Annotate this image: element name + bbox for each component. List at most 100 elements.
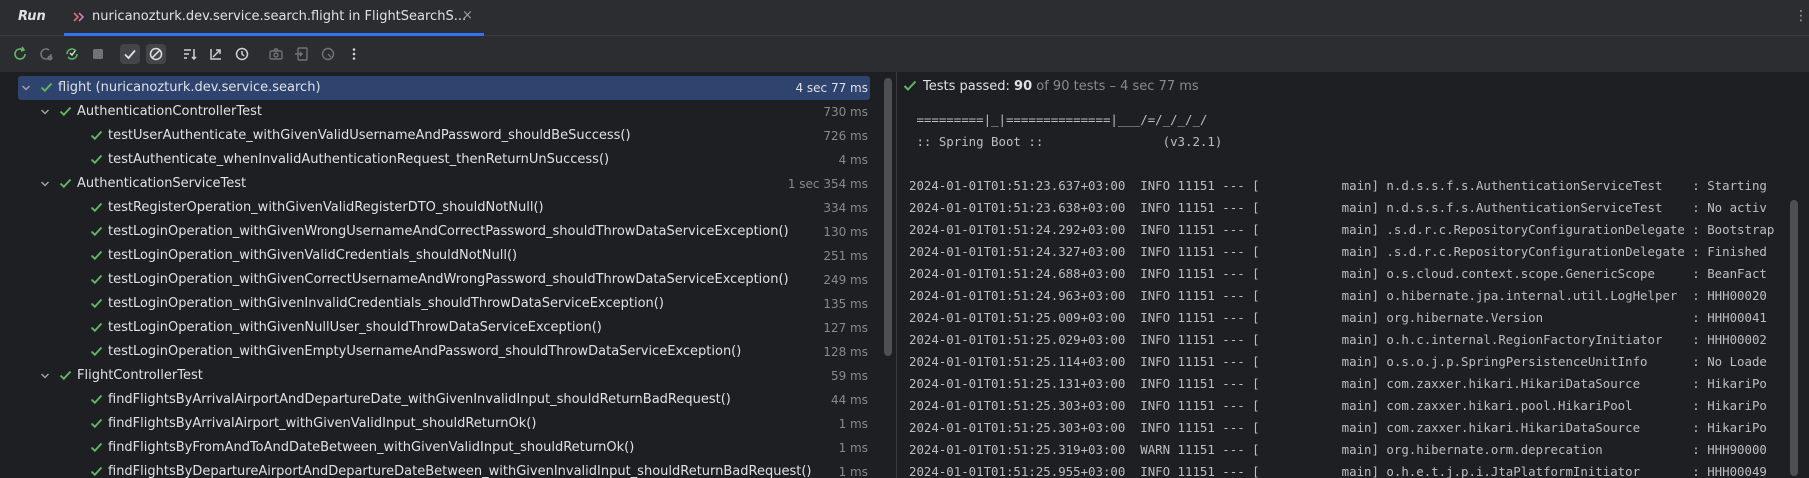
- passed-check-icon: [90, 226, 103, 241]
- close-tab-icon[interactable]: ×: [462, 8, 473, 23]
- show-passed-icon[interactable]: [120, 44, 140, 64]
- toggle-auto-test-icon[interactable]: [62, 44, 82, 64]
- console-line: 2024-01-01T01:51:25.303+03:00 INFO 11151…: [909, 398, 1767, 413]
- rerun-icon[interactable]: [10, 44, 30, 64]
- test-name: findFlightsByArrivalAirport_withGivenVal…: [108, 416, 537, 431]
- test-duration: 127 ms: [823, 321, 868, 335]
- test-duration: 1 ms: [838, 441, 868, 455]
- test-method-row[interactable]: testLoginOperation_withGivenWrongUsernam…: [18, 220, 870, 244]
- console-line: 2024-01-01T01:51:23.638+03:00 INFO 11151…: [909, 200, 1767, 215]
- test-class-row[interactable]: FlightControllerTest 59 ms: [18, 364, 870, 388]
- test-duration: 726 ms: [823, 129, 868, 143]
- test-name: FlightControllerTest: [77, 368, 203, 383]
- test-name: AuthenticationServiceTest: [77, 176, 247, 191]
- console-log[interactable]: =========|_|==============|___/=/_/_/_/ …: [909, 109, 1809, 478]
- test-name: testAuthenticate_whenInvalidAuthenticati…: [108, 152, 610, 167]
- more-icon[interactable]: [344, 44, 364, 64]
- test-method-row[interactable]: testUserAuthenticate_withGivenValidUsern…: [18, 124, 870, 148]
- console-line: 2024-01-01T01:51:25.303+03:00 INFO 11151…: [909, 420, 1767, 435]
- test-name: findFlightsByFromAndToAndDateBetween_wit…: [108, 440, 635, 455]
- test-name: testLoginOperation_withGivenInvalidCrede…: [108, 296, 664, 311]
- passed-check-icon: [59, 370, 72, 385]
- test-class-row[interactable]: AuthenticationServiceTest 1 sec 354 ms: [18, 172, 870, 196]
- tree-scrollbar[interactable]: [884, 78, 892, 356]
- chevron-down-icon[interactable]: [39, 370, 51, 386]
- test-name: findFlightsByArrivalAirportAndDepartureD…: [108, 392, 731, 407]
- chevron-down-icon[interactable]: [39, 178, 51, 194]
- test-name: testLoginOperation_withGivenEmptyUsernam…: [108, 344, 742, 359]
- test-duration: 1 ms: [838, 465, 868, 478]
- import-tests-icon[interactable]: [292, 44, 312, 64]
- test-duration: 4 ms: [838, 153, 868, 167]
- test-duration: 1 ms: [838, 417, 868, 431]
- tool-window-header: Run nuricanozturk.dev.service.search.fli…: [0, 0, 1809, 36]
- rerun-failed-icon[interactable]: [36, 44, 56, 64]
- console-scrollbar[interactable]: [1790, 200, 1798, 476]
- test-method-row[interactable]: findFlightsByArrivalAirport_withGivenVal…: [18, 412, 870, 436]
- passed-check-icon: [90, 394, 103, 409]
- test-name: findFlightsByDepartureAirportAndDepartur…: [108, 464, 812, 478]
- test-status: Tests passed: 90 of 90 tests – 4 sec 77 …: [903, 78, 1199, 98]
- test-duration: 4 sec 77 ms: [795, 81, 868, 95]
- passed-check-icon: [90, 274, 103, 289]
- tool-window-title: Run: [18, 9, 46, 24]
- console-line: 2024-01-01T01:51:25.319+03:00 WARN 11151…: [909, 442, 1767, 457]
- passed-check-icon: [90, 346, 103, 361]
- console-line: 2024-01-01T01:51:25.009+03:00 INFO 11151…: [909, 310, 1767, 325]
- export-tests-icon[interactable]: [318, 44, 338, 64]
- options-menu-icon[interactable]: ⋮: [1794, 8, 1808, 24]
- passed-check-icon: [903, 80, 917, 96]
- test-method-row[interactable]: testAuthenticate_whenInvalidAuthenticati…: [18, 148, 870, 172]
- test-method-row[interactable]: testLoginOperation_withGivenCorrectUsern…: [18, 268, 870, 292]
- test-tree: flight (nuricanozturk.dev.service.search…: [0, 72, 880, 478]
- test-duration: 730 ms: [823, 105, 868, 119]
- show-ignored-icon[interactable]: [146, 44, 166, 64]
- test-method-row[interactable]: findFlightsByArrivalAirportAndDepartureD…: [18, 388, 870, 412]
- history-icon[interactable]: [232, 44, 252, 64]
- console-line: 2024-01-01T01:51:24.292+03:00 INFO 11151…: [909, 222, 1775, 237]
- test-duration: 334 ms: [823, 201, 868, 215]
- test-class-row[interactable]: AuthenticationControllerTest 730 ms: [18, 100, 870, 124]
- test-duration: 128 ms: [823, 345, 868, 359]
- test-method-row[interactable]: testLoginOperation_withGivenInvalidCrede…: [18, 292, 870, 316]
- test-duration: 44 ms: [830, 393, 868, 407]
- run-tab-label: nuricanozturk.dev.service.search.flight …: [92, 9, 467, 24]
- status-summary: of 90 tests – 4 sec 77 ms: [1032, 79, 1199, 94]
- console-line: 2024-01-01T01:51:25.114+03:00 INFO 11151…: [909, 354, 1767, 369]
- test-method-row[interactable]: testRegisterOperation_withGivenValidRegi…: [18, 196, 870, 220]
- test-name: testLoginOperation_withGivenNullUser_sho…: [108, 320, 602, 335]
- console-line: 2024-01-01T01:51:24.327+03:00 INFO 11151…: [909, 244, 1767, 259]
- run-tab[interactable]: nuricanozturk.dev.service.search.flight …: [64, 0, 484, 36]
- passed-check-icon: [90, 418, 103, 433]
- test-package-row[interactable]: flight (nuricanozturk.dev.service.search…: [18, 76, 870, 100]
- test-method-row[interactable]: testLoginOperation_withGivenValidCredent…: [18, 244, 870, 268]
- test-method-row[interactable]: findFlightsByDepartureAirportAndDepartur…: [18, 460, 870, 478]
- test-name: testLoginOperation_withGivenValidCredent…: [108, 248, 518, 263]
- passed-check-icon: [40, 82, 53, 97]
- chevron-down-icon[interactable]: [39, 106, 51, 122]
- passed-check-icon: [90, 322, 103, 337]
- test-method-row[interactable]: testLoginOperation_withGivenEmptyUsernam…: [18, 340, 870, 364]
- test-duration: 249 ms: [823, 273, 868, 287]
- chevron-down-icon[interactable]: [20, 82, 32, 98]
- screenshot-icon[interactable]: [266, 44, 286, 64]
- passed-check-icon: [90, 466, 103, 478]
- passed-check-icon: [90, 202, 103, 217]
- test-method-row[interactable]: findFlightsByFromAndToAndDateBetween_wit…: [18, 436, 870, 460]
- passed-check-icon: [59, 178, 72, 193]
- test-method-row[interactable]: testLoginOperation_withGivenNullUser_sho…: [18, 316, 870, 340]
- status-label: Tests passed:: [923, 79, 1015, 94]
- passed-check-icon: [90, 298, 103, 313]
- console-panel: Tests passed: 90 of 90 tests – 4 sec 77 …: [896, 72, 1809, 478]
- console-line: 2024-01-01T01:51:23.637+03:00 INFO 11151…: [909, 178, 1767, 193]
- console-line: =========|_|==============|___/=/_/_/_/: [909, 112, 1208, 127]
- test-name: flight (nuricanozturk.dev.service.search…: [58, 80, 321, 95]
- sort-alphabetically-icon[interactable]: [180, 44, 200, 64]
- sort-by-duration-icon[interactable]: [206, 44, 226, 64]
- test-name: testUserAuthenticate_withGivenValidUsern…: [108, 128, 631, 143]
- test-toolbar: [0, 36, 1809, 72]
- stop-icon[interactable]: [88, 44, 108, 64]
- test-duration: 1 sec 354 ms: [787, 177, 868, 191]
- test-name: testLoginOperation_withGivenWrongUsernam…: [108, 224, 789, 239]
